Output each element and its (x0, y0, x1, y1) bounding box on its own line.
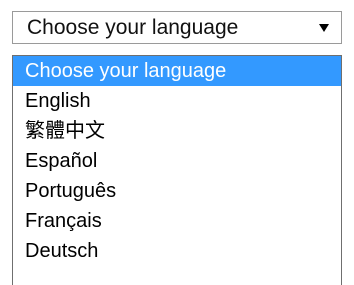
option-french[interactable]: Français (13, 206, 341, 236)
language-select[interactable]: Choose your language (12, 11, 342, 44)
option-spanish[interactable]: Español (13, 146, 341, 176)
triangle-down-icon[interactable] (313, 23, 335, 33)
option-portuguese[interactable]: Português (13, 176, 341, 206)
language-dropdown-list: Choose your language English 繁體中文 Españo… (12, 55, 342, 285)
option-choose-language[interactable]: Choose your language (13, 56, 341, 86)
language-select-value: Choose your language (27, 15, 239, 39)
option-english[interactable]: English (13, 86, 341, 116)
option-german[interactable]: Deutsch (13, 236, 341, 266)
option-traditional-chinese[interactable]: 繁體中文 (13, 116, 341, 146)
